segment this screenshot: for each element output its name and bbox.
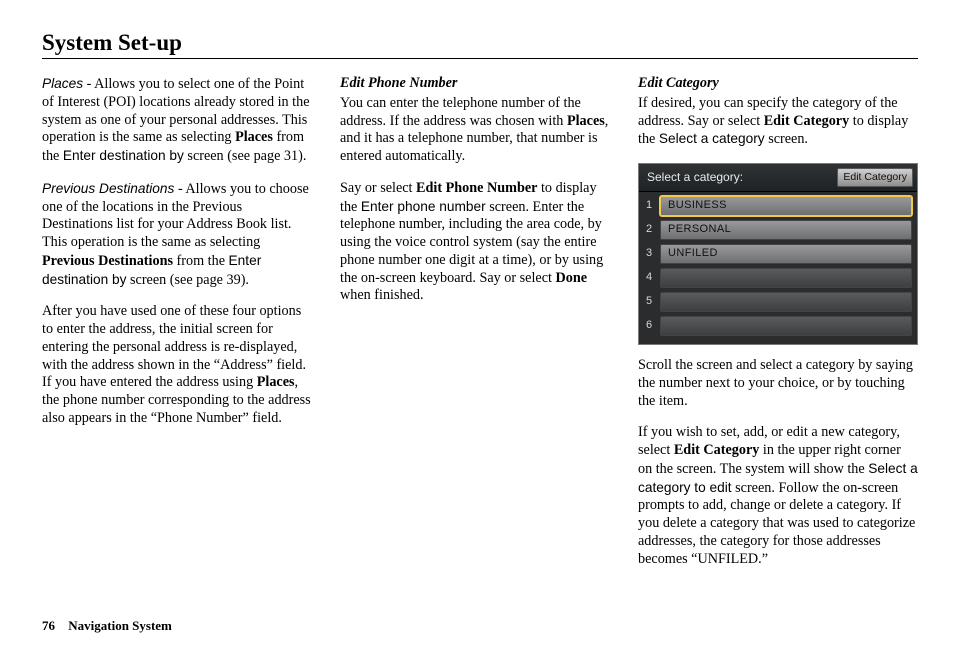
p2d: when finished. — [340, 287, 424, 303]
after-paragraph: After you have used one of these four op… — [42, 303, 314, 427]
c3p1c: screen. — [765, 131, 808, 147]
previous-destinations-paragraph: Previous Destinations - Allows you to ch… — [42, 180, 314, 290]
row-number: 2 — [644, 223, 660, 237]
category-row: 2 PERSONAL — [644, 219, 912, 241]
column-2: Edit Phone Number You can enter the tele… — [340, 75, 612, 582]
cat-p2: Scroll the screen and select a category … — [638, 357, 918, 410]
p2a: Say or select — [340, 180, 416, 196]
category-row: 6 — [644, 315, 912, 337]
category-item-unfiled[interactable]: UNFILED — [660, 244, 912, 264]
content-columns: Places - Allows you to select one of the… — [42, 75, 918, 582]
page-footer: 76 Navigation System — [42, 618, 172, 634]
nav-screen: Select a category: Edit Category 1 BUSIN… — [638, 163, 918, 345]
page-number: 76 — [42, 618, 55, 633]
footer-label: Navigation System — [68, 618, 172, 633]
category-row: 5 — [644, 291, 912, 313]
screen-title: Select a category: — [647, 170, 743, 185]
category-item-empty[interactable] — [660, 292, 912, 312]
p3-places: Places — [257, 374, 295, 390]
enter-destination-by: Enter destination by — [63, 148, 184, 163]
screen-header: Select a category: Edit Category — [639, 164, 917, 192]
category-item-business[interactable]: BUSINESS — [660, 196, 912, 216]
places-label: Places — [42, 76, 83, 91]
edit-category-button[interactable]: Edit Category — [837, 168, 913, 187]
select-a-category: Select a category — [659, 131, 765, 146]
c3p3-bold: Edit Category — [674, 442, 760, 458]
row-number: 6 — [644, 319, 660, 333]
category-item-empty[interactable] — [660, 316, 912, 336]
places-paragraph: Places - Allows you to select one of the… — [42, 75, 314, 166]
prev-text2: from the — [173, 253, 229, 269]
p2-bold: Edit Phone Number — [416, 180, 537, 196]
enter-phone-number: Enter phone number — [361, 199, 486, 214]
prev-bold: Previous Destinations — [42, 253, 173, 269]
edit-phone-heading: Edit Phone Number — [340, 75, 612, 93]
p1-places: Places — [567, 113, 605, 129]
prev-dest-label: Previous Destinations — [42, 181, 174, 196]
cat-p3: If you wish to set, add, or edit a new c… — [638, 424, 918, 568]
category-row: 3 UNFILED — [644, 243, 912, 265]
row-number: 4 — [644, 271, 660, 285]
page-title: System Set-up — [42, 30, 918, 59]
category-row: 4 — [644, 267, 912, 289]
edit-category-heading: Edit Category — [638, 75, 918, 93]
prev-text3: screen (see page 39). — [126, 272, 249, 288]
p1a: You can enter the telephone number of th… — [340, 95, 581, 129]
cat-p1: If desired, you can specify the category… — [638, 95, 918, 149]
phone-p2: Say or select Edit Phone Number to displ… — [340, 180, 612, 305]
column-1: Places - Allows you to select one of the… — [42, 75, 314, 582]
c3p1-bold: Edit Category — [764, 113, 850, 129]
column-3: Edit Category If desired, you can specif… — [638, 75, 918, 582]
row-number: 1 — [644, 199, 660, 213]
row-number: 3 — [644, 247, 660, 261]
screen-rows: 1 BUSINESS 2 PERSONAL 3 UNFILED 4 5 — [639, 192, 917, 344]
category-row: 1 BUSINESS — [644, 195, 912, 217]
row-number: 5 — [644, 295, 660, 309]
places-bold: Places — [235, 129, 273, 145]
category-item-empty[interactable] — [660, 268, 912, 288]
category-item-personal[interactable]: PERSONAL — [660, 220, 912, 240]
places-text3: screen (see page 31). — [184, 148, 307, 164]
phone-p1: You can enter the telephone number of th… — [340, 95, 612, 166]
done-bold: Done — [556, 270, 588, 286]
